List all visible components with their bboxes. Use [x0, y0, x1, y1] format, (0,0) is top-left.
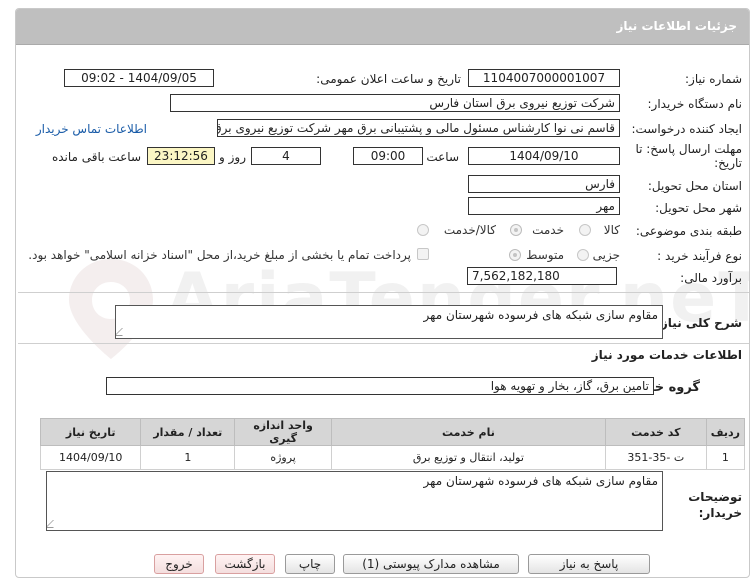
deadline-days-field: 4 — [251, 147, 321, 165]
requester-label: ایجاد کننده درخواست: — [631, 122, 742, 136]
buyer-contact-link[interactable]: اطلاعات تماس خریدار — [36, 122, 147, 136]
services-table: ردیف کد خدمت نام خدمت واحد اندازه گیری ت… — [39, 418, 746, 470]
description-text: مقاوم سازی شبکه های فرسوده شهرستان مهر — [423, 308, 658, 322]
need-number-field: 1104007000001007 — [468, 69, 620, 87]
city-field: مهر — [468, 197, 620, 215]
col-unit: واحد اندازه گیری — [234, 418, 332, 446]
remaining-time-field: 23:12:56 — [147, 147, 215, 165]
description-label: شرح کلی نیاز: — [656, 316, 742, 330]
process-option-minor: جزیی — [592, 248, 620, 262]
buyer-notes-text: مقاوم سازی شبکه های فرسوده شهرستان مهر — [423, 474, 658, 488]
deadline-time-field: 09:00 — [353, 147, 423, 165]
services-section-title: اطلاعات خدمات مورد نیاز — [591, 348, 742, 362]
resize-grip-icon[interactable] — [116, 328, 130, 336]
buyer-org-label: نام دستگاه خریدار: — [647, 97, 743, 111]
reply-button[interactable]: پاسخ به نیاز — [528, 554, 650, 574]
category-radio-goods[interactable] — [579, 224, 591, 236]
buyer-notes-textarea: مقاوم سازی شبکه های فرسوده شهرستان مهر — [46, 471, 663, 531]
cell-code: ت -35-351 — [604, 445, 707, 470]
exit-button[interactable]: خروج — [154, 554, 204, 574]
process-radio-medium[interactable] — [509, 249, 521, 261]
remaining-time-label: ساعت باقی مانده — [51, 150, 141, 164]
category-option-goods-service: کالا/خدمت — [443, 223, 496, 237]
category-option-service: خدمت — [532, 223, 564, 237]
deadline-time-label: ساعت — [426, 150, 459, 164]
col-code: کد خدمت — [604, 418, 707, 446]
cell-name: تولید، انتقال و توزیع برق — [330, 445, 606, 470]
category-label: طبقه بندی موضوعی: — [635, 224, 742, 238]
announce-datetime-label: تاریخ و ساعت اعلان عمومی: — [316, 72, 461, 86]
attachments-button[interactable]: مشاهده مدارک پیوستی (1) — [343, 554, 519, 574]
budget-field: 7,562,182,180 — [467, 267, 617, 285]
process-type-label: نوع فرآیند خرید : — [657, 249, 742, 263]
buyer-notes-label: توضیحات خریدار: — [688, 490, 742, 520]
deadline-label: مهلت ارسال پاسخ: تا تاریخ: — [635, 142, 742, 170]
table-row: 1 ت -35-351 تولید، انتقال و توزیع برق پر… — [39, 445, 746, 470]
category-option-goods: کالا — [603, 223, 620, 237]
description-textarea: مقاوم سازی شبکه های فرسوده شهرستان مهر — [115, 305, 663, 339]
service-group-field: تامین برق، گاز، بخار و تهویه هوا — [106, 377, 654, 395]
treasury-payment-checkbox[interactable] — [417, 248, 429, 260]
requester-field: قاسم نی نوا کارشناس مسئول مالی و پشتیبان… — [217, 119, 620, 137]
treasury-payment-note: پرداخت تمام یا بخشی از مبلغ خرید،از محل … — [28, 248, 411, 262]
buyer-org-field: شرکت توزیع نیروی برق استان فارس — [170, 94, 620, 112]
category-radio-service[interactable] — [510, 224, 522, 236]
col-qty: تعداد / مقدار — [140, 418, 236, 446]
panel-title: جزئیات اطلاعات نیاز — [616, 19, 737, 33]
announce-datetime-field: 1404/09/05 - 09:02 — [64, 69, 214, 87]
print-button[interactable]: چاپ — [285, 554, 335, 574]
divider — [18, 292, 749, 293]
col-name: نام خدمت — [330, 418, 606, 446]
col-date: تاریخ نیاز — [39, 418, 142, 446]
deadline-date-field: 1404/09/10 — [468, 147, 620, 165]
province-field: فارس — [468, 175, 620, 193]
budget-label: برآورد مالی: — [680, 271, 742, 285]
panel-header: جزئیات اطلاعات نیاز — [16, 9, 749, 45]
divider — [18, 343, 749, 344]
need-details-panel: جزئیات اطلاعات نیاز AriaTender.neT شماره… — [15, 8, 750, 578]
cell-date: 1404/09/10 — [39, 445, 142, 470]
deadline-days-label: روز و — [219, 150, 246, 164]
resize-grip-icon[interactable] — [47, 520, 61, 528]
need-number-label: شماره نیاز: — [685, 72, 742, 86]
process-radio-minor[interactable] — [577, 249, 589, 261]
col-row: ردیف — [705, 418, 746, 446]
cell-unit: پروژه — [234, 445, 332, 470]
category-radio-goods-service[interactable] — [417, 224, 429, 236]
cell-row: 1 — [705, 445, 746, 470]
services-table-header: ردیف کد خدمت نام خدمت واحد اندازه گیری ت… — [39, 418, 746, 446]
city-label: شهر محل تحویل: — [655, 201, 742, 215]
province-label: استان محل تحویل: — [647, 179, 742, 193]
process-option-medium: متوسط — [526, 248, 564, 262]
back-button[interactable]: بازگشت — [215, 554, 275, 574]
cell-qty: 1 — [140, 445, 236, 470]
